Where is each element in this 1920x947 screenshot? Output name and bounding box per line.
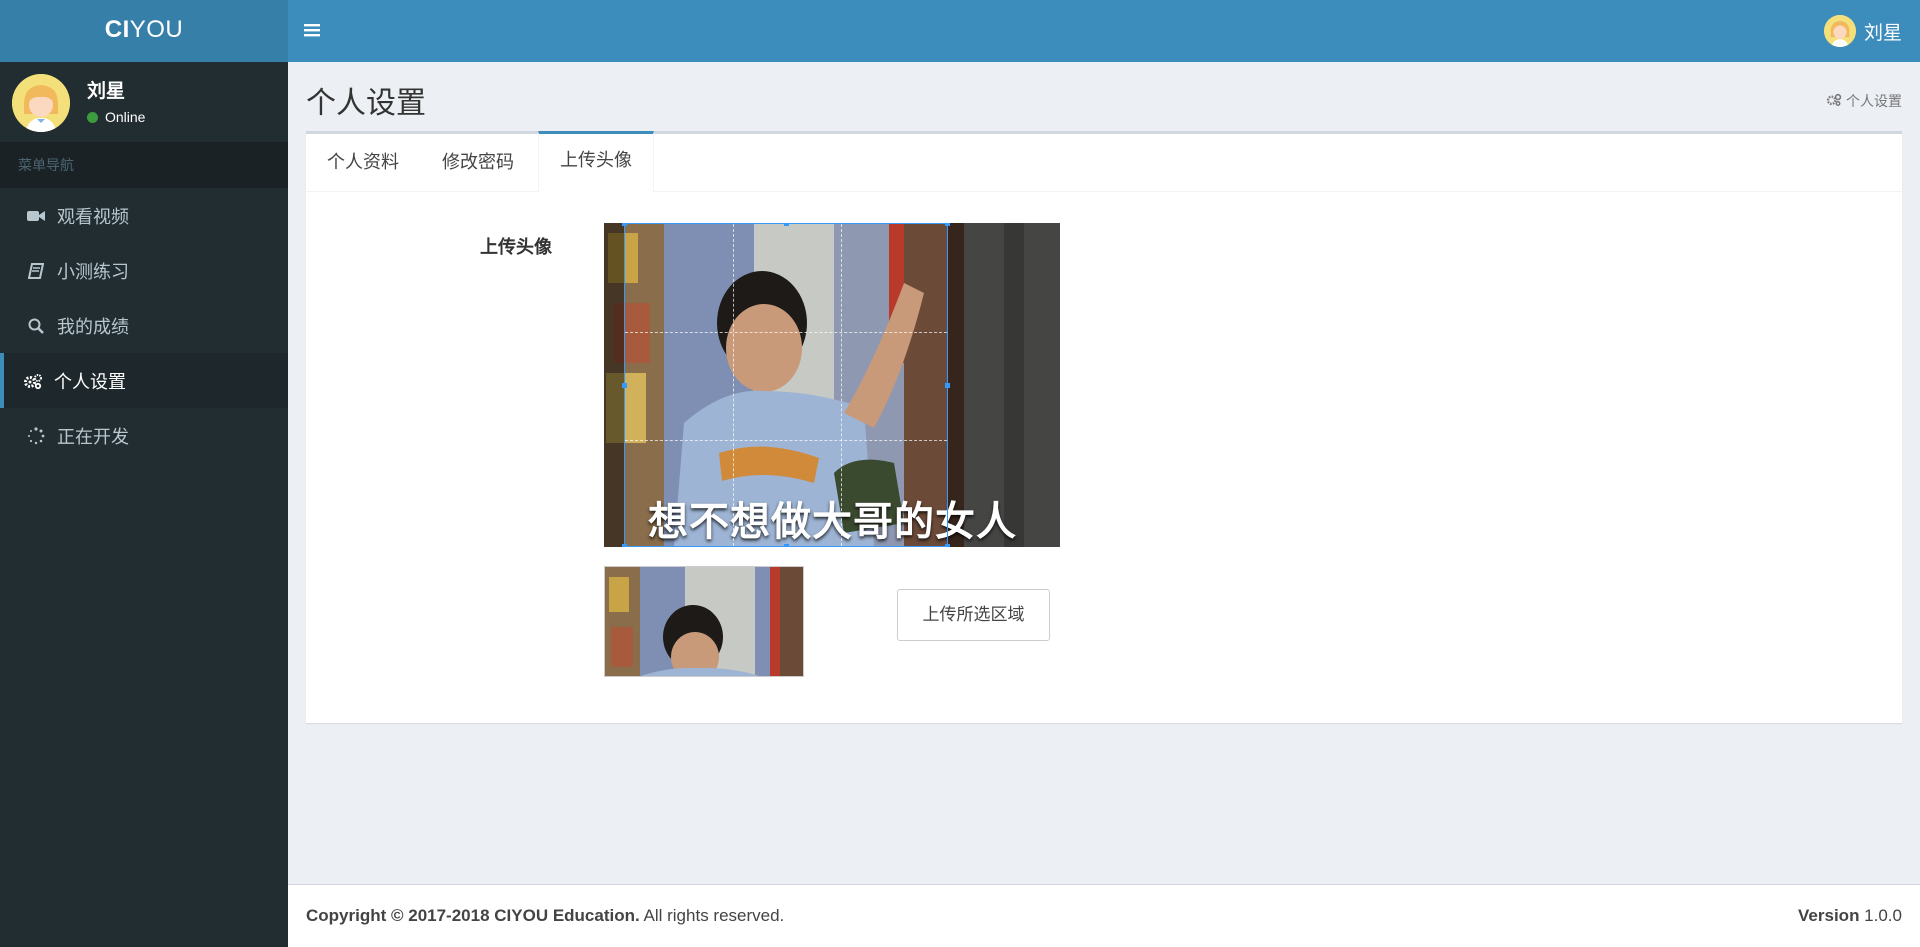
image-cropper[interactable]: 想不想做大哥的女人 (604, 223, 1060, 547)
sidebar-item-my-scores[interactable]: 我的成绩 (0, 298, 288, 353)
crop-handle[interactable] (945, 544, 950, 547)
tab-change-password[interactable]: 修改密码 (421, 134, 535, 192)
crop-preview (604, 566, 804, 677)
sidebar-toggle-icon[interactable] (304, 18, 320, 42)
menu-header: 菜单导航 (0, 142, 288, 188)
user-panel: 刘星 Online (0, 62, 288, 142)
sidebar-item-label: 小测练习 (57, 261, 129, 282)
page-title: 个人设置 (306, 87, 426, 120)
gears-icon (1826, 93, 1842, 109)
breadcrumb-item[interactable]: 个人设置 (1846, 91, 1902, 111)
tab-bar: 个人资料 修改密码 上传头像 (306, 131, 1902, 193)
tab-upload-avatar[interactable]: 上传头像 (538, 131, 654, 193)
crop-mask (604, 223, 624, 547)
version-info: Version 1.0.0 (1798, 906, 1902, 925)
tab-profile[interactable]: 个人资料 (306, 134, 420, 192)
crop-handle[interactable] (622, 544, 627, 547)
breadcrumb: 个人设置 (1826, 91, 1902, 111)
app-logo[interactable]: CIYOU (0, 0, 288, 62)
crop-selection-box[interactable] (622, 223, 950, 547)
crop-guide (625, 440, 947, 441)
status-dot-icon (87, 111, 98, 123)
copyright: Copyright © 2017-2018 CIYOU Education. A… (306, 906, 785, 925)
crop-handle[interactable] (945, 223, 950, 226)
avatar[interactable] (1824, 15, 1856, 47)
crop-handle[interactable] (784, 544, 789, 547)
sidebar-user-name: 刘星 (87, 81, 126, 102)
crop-guide (625, 332, 947, 333)
sidebar-item-label: 我的成绩 (57, 316, 129, 337)
avatar (12, 74, 70, 132)
top-user-name[interactable]: 刘星 (1864, 18, 1902, 45)
crop-handle[interactable] (622, 383, 627, 388)
search-icon (25, 316, 47, 336)
sidebar: CIYOU 刘星 Online 菜单导航 观看视频 小测练习 我的成绩 个人设置… (0, 0, 288, 947)
upload-selection-button[interactable]: 上传所选区域 (897, 589, 1050, 641)
sidebar-item-quiz[interactable]: 小测练习 (0, 243, 288, 298)
gears-icon (22, 371, 44, 391)
sidebar-item-in-development[interactable]: 正在开发 (0, 408, 288, 463)
crop-guide (841, 224, 842, 546)
status-text: Online (105, 109, 146, 125)
top-navbar: 刘星 (288, 0, 1920, 62)
user-status: Online (87, 109, 145, 125)
video-camera-icon (25, 206, 47, 226)
sidebar-item-label: 观看视频 (57, 206, 129, 227)
sidebar-item-personal-settings[interactable]: 个人设置 (0, 353, 288, 408)
settings-box: 个人资料 修改密码 上传头像 上传头像 想不想做大哥的女人 上传所选区域 (306, 131, 1902, 723)
crop-handle[interactable] (945, 383, 950, 388)
spinner-icon (25, 426, 47, 446)
crop-handle[interactable] (622, 223, 627, 226)
sidebar-item-watch-video[interactable]: 观看视频 (0, 188, 288, 243)
book-icon (25, 261, 47, 281)
crop-guide (733, 224, 734, 546)
sidebar-item-label: 正在开发 (57, 426, 129, 447)
crop-handle[interactable] (784, 223, 789, 226)
sidebar-item-label: 个人设置 (54, 371, 126, 392)
footer: Copyright © 2017-2018 CIYOU Education. A… (288, 884, 1920, 947)
upload-avatar-label: 上传头像 (480, 237, 552, 257)
